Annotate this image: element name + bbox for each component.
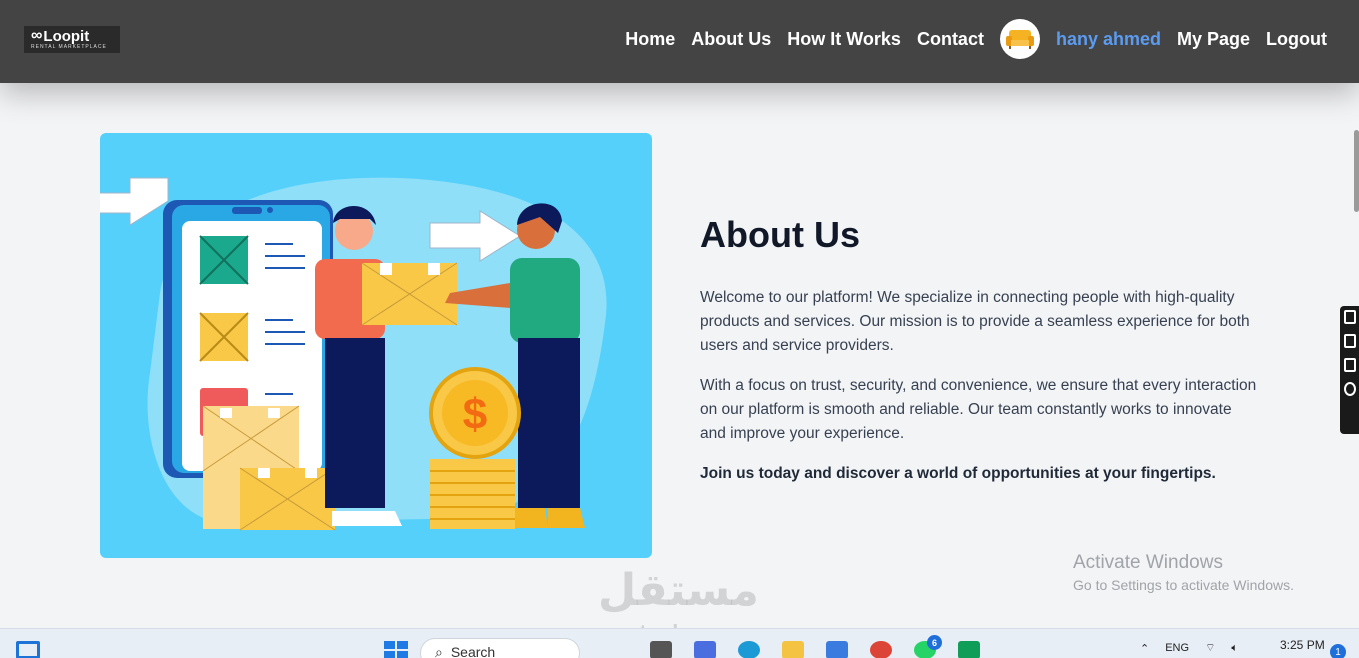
nav-about-us[interactable]: About Us	[691, 29, 771, 50]
about-section: About Us Welcome to our platform! We spe…	[700, 214, 1260, 502]
video-icon[interactable]	[1343, 334, 1356, 348]
about-paragraph-2: With a focus on trust, security, and con…	[700, 377, 1257, 442]
nav-contact[interactable]: Contact	[917, 29, 984, 50]
logo-tagline: RENTAL MARKETPLACE	[31, 43, 107, 50]
taskbar-apps: 6	[650, 635, 980, 658]
notification-badge[interactable]: 1	[1330, 644, 1346, 658]
nav-logout[interactable]: Logout	[1266, 29, 1327, 50]
page-scrollbar-thumb[interactable]	[1354, 130, 1359, 212]
activate-subtitle: Go to Settings to activate Windows.	[1073, 577, 1294, 593]
gear-icon[interactable]	[1343, 382, 1356, 396]
sofa-icon	[1005, 30, 1034, 49]
about-illustration: $	[100, 133, 652, 558]
screenshot-tool-panel	[1340, 306, 1359, 434]
taskbar-clock[interactable]: 3:25 PM	[1280, 638, 1325, 652]
chevron-up-icon[interactable]: ⌃	[1140, 642, 1149, 655]
about-paragraph-1: Welcome to our platform! We specialize i…	[700, 289, 1250, 354]
infinity-icon: ∞	[31, 27, 42, 44]
nav-user-name[interactable]: hany ahmed	[1056, 29, 1161, 50]
nav-how-it-works[interactable]: How It Works	[787, 29, 901, 50]
folder-icon[interactable]	[782, 641, 804, 658]
user-avatar[interactable]	[999, 19, 1040, 59]
file-manager-icon[interactable]	[650, 641, 672, 658]
mostaql-watermark-arabic: مستقل	[598, 566, 759, 615]
drive-icon[interactable]	[958, 641, 980, 658]
windows-taskbar: ⌕ Search 6 ⌃ ENG ⌔ 🔈︎ 3:25 PM 1	[0, 628, 1359, 658]
language-indicator[interactable]: ENG	[1165, 642, 1189, 654]
whatsapp-badge: 6	[927, 635, 942, 650]
search-icon: ⌕	[435, 644, 443, 658]
camera-icon[interactable]	[1343, 310, 1356, 324]
navbar: ∞ Loopit RENTAL MARKETPLACE Home About U…	[0, 0, 1359, 83]
edge-icon[interactable]	[738, 641, 760, 658]
taskbar-search[interactable]: ⌕ Search	[420, 638, 580, 658]
activate-title: Activate Windows	[1073, 552, 1223, 573]
volume-icon[interactable]: 🔈︎	[1231, 642, 1238, 655]
system-tray: ⌃ ENG ⌔ 🔈︎	[1140, 641, 1238, 655]
nav-home[interactable]: Home	[625, 29, 675, 50]
widgets-icon[interactable]	[16, 641, 40, 658]
logo-name: Loopit	[43, 27, 90, 45]
whatsapp-icon[interactable]: 6	[914, 635, 942, 658]
about-title: About Us	[700, 214, 860, 255]
chrome-icon[interactable]	[870, 641, 892, 658]
about-paragraph-3: Join us today and discover a world of op…	[700, 465, 1216, 482]
handover-illustration: $	[100, 177, 607, 531]
main-nav: Home About Us How It Works Contact hany …	[625, 19, 1327, 59]
svg-text:$: $	[463, 390, 487, 439]
wifi-icon[interactable]: ⌔	[1205, 641, 1215, 655]
window-icon[interactable]	[1343, 358, 1356, 372]
activate-windows-watermark: Activate Windows Go to Settings to activ…	[1073, 552, 1294, 593]
windows-start-icon[interactable]	[384, 641, 408, 658]
nav-my-page[interactable]: My Page	[1177, 29, 1250, 50]
store-icon[interactable]	[826, 641, 848, 658]
search-label: Search	[450, 644, 496, 658]
zoom-icon[interactable]	[694, 641, 716, 658]
loopit-logo[interactable]: ∞ Loopit RENTAL MARKETPLACE	[24, 26, 120, 53]
